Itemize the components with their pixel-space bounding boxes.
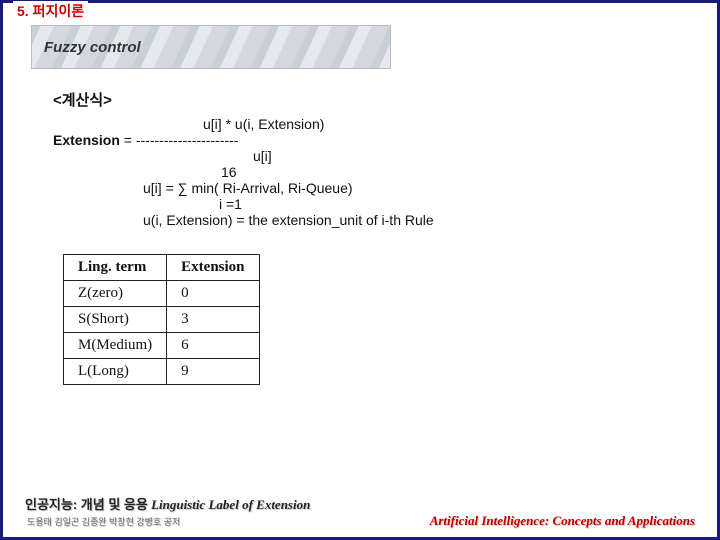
extension-label: Extension (53, 132, 120, 148)
formula-sum-upper: 16 (53, 164, 677, 180)
formula-sum-expr: u[i] = ∑ min( Ri-Arrival, Ri-Queue) (53, 180, 677, 196)
footer-left-kr: 인공지능: 개념 및 응용 (25, 497, 148, 512)
extension-table: Ling. term Extension Z(zero) 0 S(Short) … (63, 254, 260, 385)
formula-numerator: u[i] * u(i, Extension) (53, 116, 677, 132)
subtitle-banner: Fuzzy control (31, 25, 391, 69)
cell-term: Z(zero) (64, 281, 167, 307)
cell-term: L(Long) (64, 359, 167, 385)
footer-right: Artificial Intelligence: Concepts and Ap… (430, 513, 695, 529)
subtitle-text: Fuzzy control (44, 39, 141, 56)
formula-dashes: = ---------------------- (120, 132, 239, 148)
cell-ext: 6 (167, 333, 259, 359)
table-row: S(Short) 3 (64, 307, 260, 333)
footer-left-sub: 도용태 김일곤 김종완 박창현 강병호 공저 (27, 517, 180, 527)
table-row: M(Medium) 6 (64, 333, 260, 359)
formula-definition: u(i, Extension) = the extension_unit of … (53, 212, 677, 228)
cell-ext: 3 (167, 307, 259, 333)
footer: 인공지능: 개념 및 응용 Linguistic Label of Extens… (3, 494, 717, 529)
formula-sum-lower: i =1 (53, 196, 677, 212)
formula-fraction-line: Extension = ---------------------- (53, 132, 677, 148)
col-header-extension: Extension (167, 255, 259, 281)
col-header-ling-term: Ling. term (64, 255, 167, 281)
cell-ext: 9 (167, 359, 259, 385)
calc-title: <계산식> (53, 89, 677, 110)
cell-term: S(Short) (64, 307, 167, 333)
table-row: Z(zero) 0 (64, 281, 260, 307)
footer-left-en: Linguistic Label of Extension (151, 497, 310, 512)
cell-term: M(Medium) (64, 333, 167, 359)
content-area: <계산식> u[i] * u(i, Extension) Extension =… (3, 69, 717, 385)
formula-denominator: u[i] (53, 148, 677, 164)
footer-left: 인공지능: 개념 및 응용 Linguistic Label of Extens… (25, 494, 310, 529)
chapter-header: 5. 퍼지이론 (13, 1, 88, 21)
table-header-row: Ling. term Extension (64, 255, 260, 281)
cell-ext: 0 (167, 281, 259, 307)
table-row: L(Long) 9 (64, 359, 260, 385)
